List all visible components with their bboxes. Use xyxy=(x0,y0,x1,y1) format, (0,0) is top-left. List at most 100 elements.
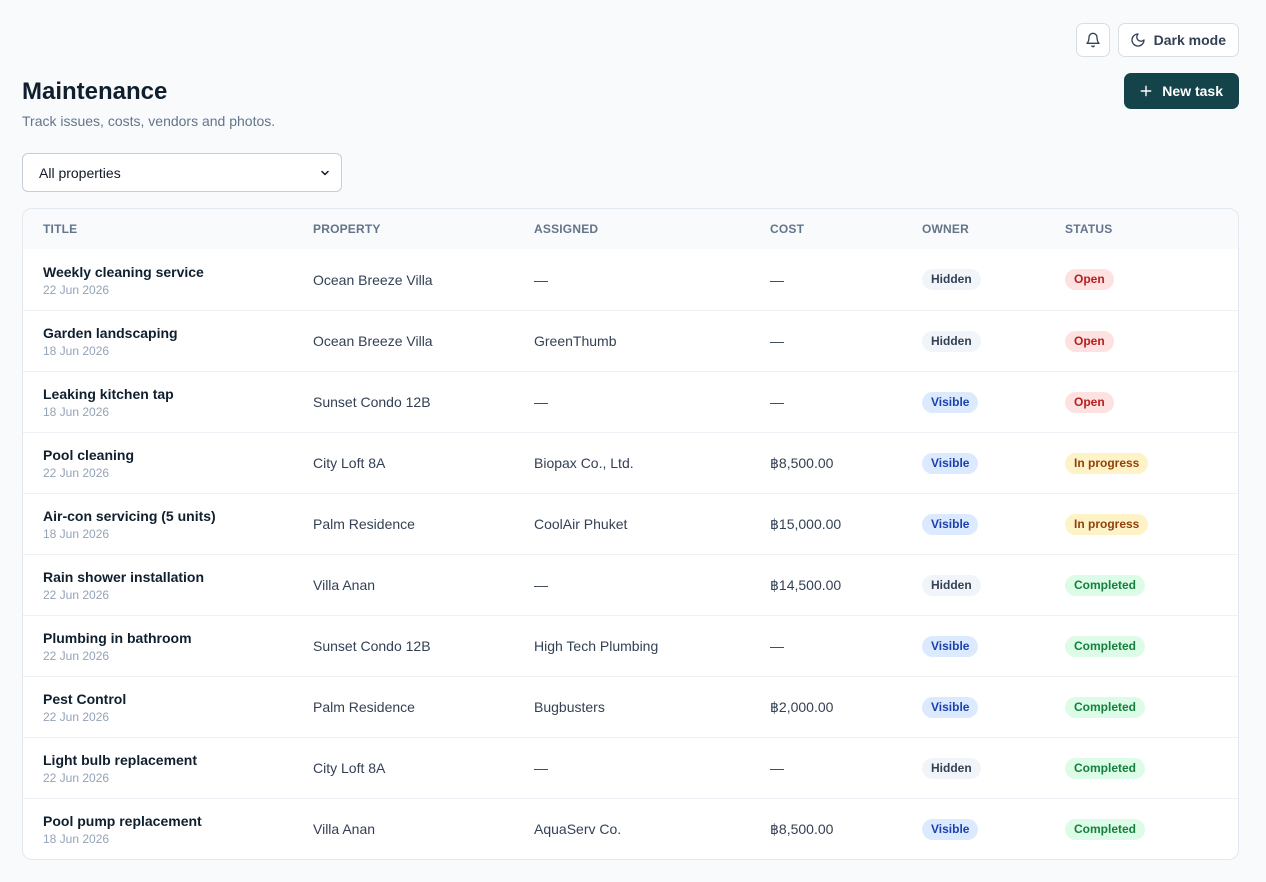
cell-status: Completed xyxy=(1065,635,1238,657)
cell-title: Plumbing in bathroom 22 Jun 2026 xyxy=(23,629,313,663)
task-date: 18 Jun 2026 xyxy=(43,344,110,358)
cell-cost: — xyxy=(770,760,784,776)
task-title[interactable]: Pest Control xyxy=(43,690,313,708)
cell-owner: Visible xyxy=(922,452,1065,474)
cell-status: Completed xyxy=(1065,696,1238,718)
status-badge: Completed xyxy=(1065,574,1146,596)
cell-status: In progress xyxy=(1065,513,1238,535)
status-badge: Open xyxy=(1065,330,1114,352)
cell-title: Rain shower installation 22 Jun 2026 xyxy=(23,568,313,602)
cell-property: Villa Anan xyxy=(313,577,376,593)
status-badge: In progress xyxy=(1065,452,1149,474)
task-date: 22 Jun 2026 xyxy=(43,282,110,297)
owner-visibility-badge[interactable]: Visible xyxy=(922,391,979,413)
task-date: 18 Jun 2026 xyxy=(43,832,110,846)
cell-assigned: Biopax Co., Ltd. xyxy=(534,455,634,471)
table-row[interactable]: Pest Control 22 Jun 2026 Palm Residence Bug… xyxy=(23,676,1238,737)
table-row[interactable]: Plumbing in bathroom 22 Jun 2026 Sunset Co… xyxy=(23,615,1238,676)
table-row[interactable]: Pool cleaning 22 Jun 2026 City Loft 8A Biop… xyxy=(23,432,1238,493)
notifications-button[interactable] xyxy=(1075,23,1110,57)
cell-assigned: GreenThumb xyxy=(534,333,617,349)
cell-status: Completed xyxy=(1065,757,1238,779)
cell-title: Air-con servicing (5 units) 18 Jun 2026 xyxy=(23,507,313,541)
cell-owner: Visible xyxy=(922,635,1065,657)
task-title[interactable]: Plumbing in bathroom xyxy=(43,629,313,647)
owner-visibility-badge[interactable]: Hidden xyxy=(922,574,981,596)
status-badge: Completed xyxy=(1065,757,1146,779)
task-date: 18 Jun 2026 xyxy=(43,527,110,541)
cell-status: Open xyxy=(1065,391,1238,413)
cell-title: Pool pump replacement 18 Jun 2026 xyxy=(23,812,313,846)
cell-property: Sunset Condo 12B xyxy=(313,638,431,654)
column-header-owner[interactable]: OWNER xyxy=(922,222,1065,236)
task-title[interactable]: Leaking kitchen tap xyxy=(43,385,313,403)
task-title[interactable]: Light bulb replacement xyxy=(43,751,313,769)
task-title[interactable]: Rain shower installation xyxy=(43,568,313,586)
owner-visibility-badge[interactable]: Visible xyxy=(922,635,979,657)
property-filter-select[interactable]: All properties xyxy=(22,153,342,192)
cell-assigned: — xyxy=(534,394,548,410)
cell-status: Open xyxy=(1065,269,1238,290)
table-row[interactable]: Garden landscaping 18 Jun 2026 Ocean Breez… xyxy=(23,310,1238,371)
cell-cost: — xyxy=(770,394,784,410)
owner-visibility-badge[interactable]: Visible xyxy=(922,513,979,535)
cell-status: In progress xyxy=(1065,452,1238,474)
cell-owner: Visible xyxy=(922,818,1065,840)
cell-cost: ฿15,000.00 xyxy=(770,515,842,532)
dark-mode-button[interactable]: Dark mode xyxy=(1117,23,1239,57)
owner-visibility-badge[interactable]: Hidden xyxy=(922,269,981,290)
column-header-cost[interactable]: COST xyxy=(770,222,922,236)
column-header-status[interactable]: STATUS xyxy=(1065,222,1238,236)
cell-title: Pool cleaning 22 Jun 2026 xyxy=(23,446,313,480)
status-badge: Open xyxy=(1065,391,1114,413)
table-row[interactable]: Light bulb replacement 22 Jun 2026 City Lo… xyxy=(23,737,1238,798)
owner-visibility-badge[interactable]: Hidden xyxy=(922,330,981,352)
task-title[interactable]: Air-con servicing (5 units) xyxy=(43,507,313,525)
page-subtitle: Track issues, costs, vendors and photos. xyxy=(22,113,276,129)
owner-visibility-badge[interactable]: Visible xyxy=(922,818,979,840)
table-body: Weekly cleaning service 22 Jun 2026 Ocean … xyxy=(23,249,1238,859)
task-date: 22 Jun 2026 xyxy=(43,466,110,480)
task-title[interactable]: Pool cleaning xyxy=(43,446,313,464)
table-row[interactable]: Rain shower installation 22 Jun 2026 Villa… xyxy=(23,554,1238,615)
cell-status: Completed xyxy=(1065,574,1238,596)
cell-assigned: — xyxy=(534,760,548,776)
column-header-title[interactable]: TITLE xyxy=(23,222,313,236)
maintenance-table: TITLE PROPERTY ASSIGNED COST OWNER STATU… xyxy=(22,208,1239,860)
owner-visibility-badge[interactable]: Visible xyxy=(922,696,979,718)
table-row[interactable]: Air-con servicing (5 units) 18 Jun 2026 Pa… xyxy=(23,493,1238,554)
task-title[interactable]: Pool pump replacement xyxy=(43,812,313,830)
task-date: 22 Jun 2026 xyxy=(43,710,110,724)
cell-property: City Loft 8A xyxy=(313,455,386,471)
cell-cost: — xyxy=(770,638,784,654)
dark-mode-label: Dark mode xyxy=(1153,32,1226,48)
cell-status: Open xyxy=(1065,330,1238,352)
table-row[interactable]: Weekly cleaning service 22 Jun 2026 Ocean … xyxy=(23,249,1238,310)
cell-title: Garden landscaping 18 Jun 2026 xyxy=(23,324,313,358)
cell-assigned: — xyxy=(534,577,548,593)
cell-property: Palm Residence xyxy=(313,699,415,715)
moon-icon xyxy=(1131,33,1145,47)
cell-owner: Visible xyxy=(922,696,1065,718)
page-title: Maintenance xyxy=(22,78,168,105)
task-title[interactable]: Garden landscaping xyxy=(43,324,313,342)
cell-cost: ฿14,500.00 xyxy=(770,576,842,593)
owner-visibility-badge[interactable]: Hidden xyxy=(922,757,981,779)
cell-title: Pest Control 22 Jun 2026 xyxy=(23,690,313,724)
cell-owner: Hidden xyxy=(922,757,1065,779)
cell-assigned: Bugbusters xyxy=(534,699,605,715)
table-row[interactable]: Leaking kitchen tap 18 Jun 2026 Sunset Con… xyxy=(23,371,1238,432)
new-task-label: New task xyxy=(1162,83,1223,99)
column-header-property[interactable]: PROPERTY xyxy=(313,222,534,236)
plus-icon xyxy=(1140,85,1152,97)
task-title[interactable]: Weekly cleaning service xyxy=(43,263,313,281)
column-header-assigned[interactable]: ASSIGNED xyxy=(534,222,770,236)
new-task-button[interactable]: New task xyxy=(1124,73,1239,109)
cell-status: Completed xyxy=(1065,818,1238,840)
cell-owner: Visible xyxy=(922,513,1065,535)
owner-visibility-badge[interactable]: Visible xyxy=(922,452,979,474)
property-filter-value: All properties xyxy=(39,164,121,181)
topbar: Dark mode xyxy=(1075,23,1239,57)
cell-cost: — xyxy=(770,271,784,288)
table-row[interactable]: Pool pump replacement 18 Jun 2026 Villa An… xyxy=(23,798,1238,859)
